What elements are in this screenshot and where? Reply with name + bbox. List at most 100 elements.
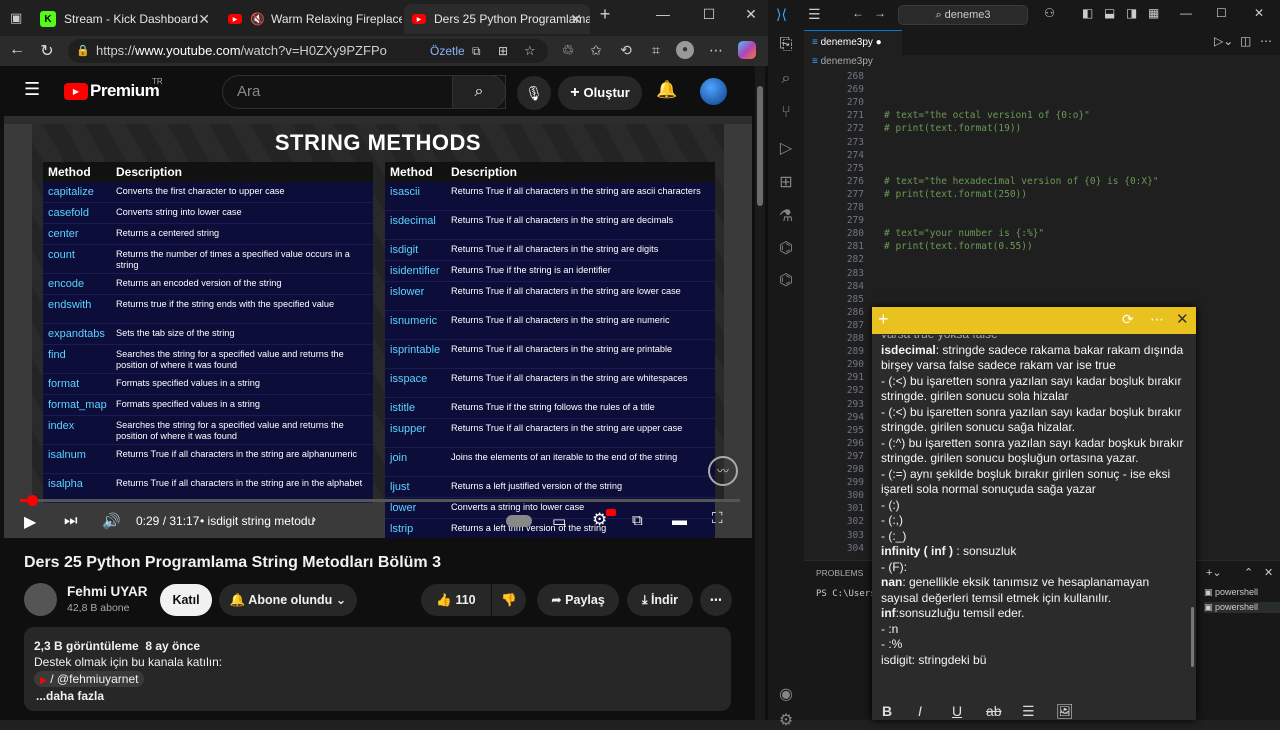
note-header[interactable]: + ⟳ ⋯ ✕ bbox=[872, 307, 1196, 334]
apps-icon[interactable]: ⊞ bbox=[498, 39, 508, 63]
window-close-button[interactable]: ✕ bbox=[1254, 6, 1264, 20]
run-debug-icon[interactable]: ▷ bbox=[776, 138, 796, 158]
terminal-prompt[interactable]: PS C:\Users bbox=[816, 589, 876, 599]
reload-icon[interactable]: ↻ bbox=[36, 41, 58, 61]
tab-python[interactable]: ▶ Ders 25 Python Programlama ✕ bbox=[404, 4, 590, 34]
close-icon[interactable]: ✕ bbox=[1176, 310, 1189, 328]
more-icon[interactable]: ⋯ bbox=[1260, 34, 1272, 48]
voice-search-button[interactable]: 🎙 bbox=[517, 76, 551, 110]
favorites-icon[interactable]: ✩ bbox=[586, 42, 606, 59]
run-icon[interactable]: ▷⌄ bbox=[1214, 34, 1233, 48]
progress-track[interactable] bbox=[20, 499, 740, 502]
share-button[interactable]: ➦ Paylaş bbox=[537, 584, 619, 616]
layout-custom-icon[interactable]: ▦ bbox=[1148, 6, 1159, 20]
tab-fireplace[interactable]: ▶ 🔇 Warm Relaxing Fireplace bbox=[220, 4, 402, 34]
chapter-link[interactable]: • isdigit string metodu bbox=[200, 514, 314, 528]
terminal-list-item[interactable]: ▣ powershell bbox=[1204, 602, 1280, 613]
autoplay-toggle[interactable] bbox=[506, 515, 532, 527]
layout-sidebar-icon[interactable]: ◧ bbox=[1082, 6, 1093, 20]
star-icon[interactable]: ☆ bbox=[524, 39, 536, 63]
maximize-panel-icon[interactable]: ⌃ bbox=[1244, 566, 1253, 579]
history-icon[interactable]: ⟲ bbox=[616, 42, 636, 59]
progress-scrubber[interactable] bbox=[26, 495, 38, 506]
account-avatar[interactable] bbox=[700, 78, 727, 105]
bold-icon[interactable]: B bbox=[882, 703, 892, 719]
split-editor-icon[interactable]: ◫ bbox=[1240, 34, 1251, 48]
maximize-button[interactable]: ☐ bbox=[1216, 6, 1227, 20]
youtube-logo-icon[interactable]: ▶ bbox=[64, 83, 88, 100]
manage-gear-icon[interactable]: ⚙ bbox=[776, 710, 796, 730]
note-scrollbar[interactable] bbox=[1191, 607, 1194, 667]
settings-icon[interactable]: ⚙ bbox=[592, 510, 607, 530]
back-icon[interactable]: ← bbox=[852, 6, 864, 20]
layout-secondary-icon[interactable]: ◨ bbox=[1126, 6, 1137, 20]
show-more-link[interactable]: ...daha fazla bbox=[36, 689, 104, 703]
search-icon[interactable]: ⌕ bbox=[776, 70, 796, 90]
subscribed-button[interactable]: 🔔 Abone olundu ⌄ bbox=[219, 584, 357, 616]
youtube-logo-text[interactable]: Premium bbox=[90, 81, 160, 101]
menu-icon[interactable]: ☰ bbox=[24, 79, 40, 100]
explorer-icon[interactable]: ⎘ bbox=[776, 36, 796, 56]
minimize-button[interactable]: — bbox=[648, 6, 678, 22]
testing-icon[interactable]: ⚗ bbox=[776, 206, 796, 226]
account-icon[interactable]: ◉ bbox=[776, 684, 796, 704]
maximize-button[interactable]: ☐ bbox=[694, 6, 724, 23]
unsaved-dot-icon[interactable]: ● bbox=[876, 37, 882, 48]
minimize-button[interactable]: — bbox=[1180, 6, 1192, 20]
chevron-right-icon[interactable]: › bbox=[312, 512, 316, 526]
volume-icon[interactable]: 🔊 bbox=[102, 512, 121, 530]
bullets-icon[interactable]: ☰ bbox=[1022, 703, 1035, 720]
more-actions-button[interactable]: ⋯ bbox=[700, 584, 732, 616]
back-icon[interactable]: ← bbox=[6, 41, 28, 59]
next-icon[interactable]: ⏭ bbox=[64, 512, 78, 529]
close-panel-icon[interactable]: ✕ bbox=[1264, 566, 1273, 579]
reading-icon[interactable]: ♲ bbox=[558, 42, 578, 59]
profile-icon[interactable]: ● bbox=[676, 41, 694, 59]
description-box[interactable]: 2,3 B görüntüleme 8 ay önce Destek olmak… bbox=[24, 627, 731, 711]
breadcrumb[interactable]: ≡ deneme3py bbox=[812, 56, 873, 67]
close-icon[interactable]: ✕ bbox=[570, 11, 582, 28]
command-center[interactable]: ⌕ deneme3 bbox=[898, 5, 1028, 25]
copilot-icon[interactable]: ⚇ bbox=[1044, 6, 1055, 20]
problems-tab[interactable]: PROBLEMS bbox=[816, 568, 863, 578]
subtitles-icon[interactable]: ▭ bbox=[552, 512, 566, 530]
image-icon[interactable]: 🖼 bbox=[1056, 703, 1074, 720]
source-control-icon[interactable]: ⑂ bbox=[776, 104, 796, 124]
extensions-icon[interactable]: ⊞ bbox=[776, 172, 796, 192]
like-button[interactable]: 👍 110 bbox=[421, 584, 491, 616]
url-field[interactable]: 🔒 https://www.youtube.com/watch?v=H0ZXy9… bbox=[68, 39, 548, 63]
forward-icon[interactable]: → bbox=[874, 6, 886, 20]
download-button[interactable]: ⤓ İndir bbox=[627, 584, 693, 616]
more-icon[interactable]: ⋯ bbox=[706, 42, 726, 59]
menu-icon[interactable]: ☰ bbox=[808, 6, 821, 23]
miniplayer-icon[interactable]: ⧉ bbox=[632, 512, 643, 529]
video-player[interactable]: STRING METHODS Method Description capita… bbox=[4, 116, 752, 538]
join-button[interactable]: Katıl bbox=[160, 584, 212, 616]
more-icon[interactable]: ⋯ bbox=[1150, 311, 1164, 328]
strikethrough-icon[interactable]: ab bbox=[986, 703, 1002, 719]
add-note-icon[interactable]: + bbox=[878, 309, 889, 330]
summarize-label[interactable]: Özetle bbox=[430, 39, 465, 63]
new-terminal-icon[interactable]: +⌄ bbox=[1206, 566, 1222, 579]
new-tab-button[interactable]: + bbox=[590, 4, 620, 25]
extension-icon[interactable]: ⧉ bbox=[472, 39, 481, 63]
editor-tab[interactable]: ≡ deneme3py ● bbox=[804, 30, 902, 55]
muted-icon[interactable]: 🔇 bbox=[250, 12, 265, 26]
python-icon[interactable]: ⌬ bbox=[776, 238, 796, 258]
python-env-icon[interactable]: ⌬ bbox=[776, 270, 796, 290]
handle-chip[interactable]: ▶ / @fehmiuyarnet bbox=[34, 671, 145, 687]
search-button[interactable]: ⌕ bbox=[452, 75, 506, 109]
italic-icon[interactable]: I bbox=[918, 703, 922, 719]
channel-name[interactable]: Fehmi UYAR bbox=[67, 584, 148, 599]
channel-avatar[interactable] bbox=[24, 583, 57, 616]
window-close-button[interactable]: ✕ bbox=[736, 6, 766, 23]
theater-icon[interactable]: ▬ bbox=[672, 512, 687, 529]
notifications-icon[interactable]: 🔔 bbox=[656, 80, 677, 100]
close-icon[interactable]: ✕ bbox=[198, 11, 210, 28]
sync-icon[interactable]: ⟳ bbox=[1122, 311, 1134, 328]
screenshot-icon[interactable]: ⌗ bbox=[646, 42, 666, 59]
create-button[interactable]: + Oluştur bbox=[558, 76, 642, 110]
terminal-list-item[interactable]: ▣ powershell bbox=[1204, 587, 1258, 598]
underline-icon[interactable]: U bbox=[952, 703, 962, 719]
play-icon[interactable]: ▶ bbox=[24, 512, 36, 532]
